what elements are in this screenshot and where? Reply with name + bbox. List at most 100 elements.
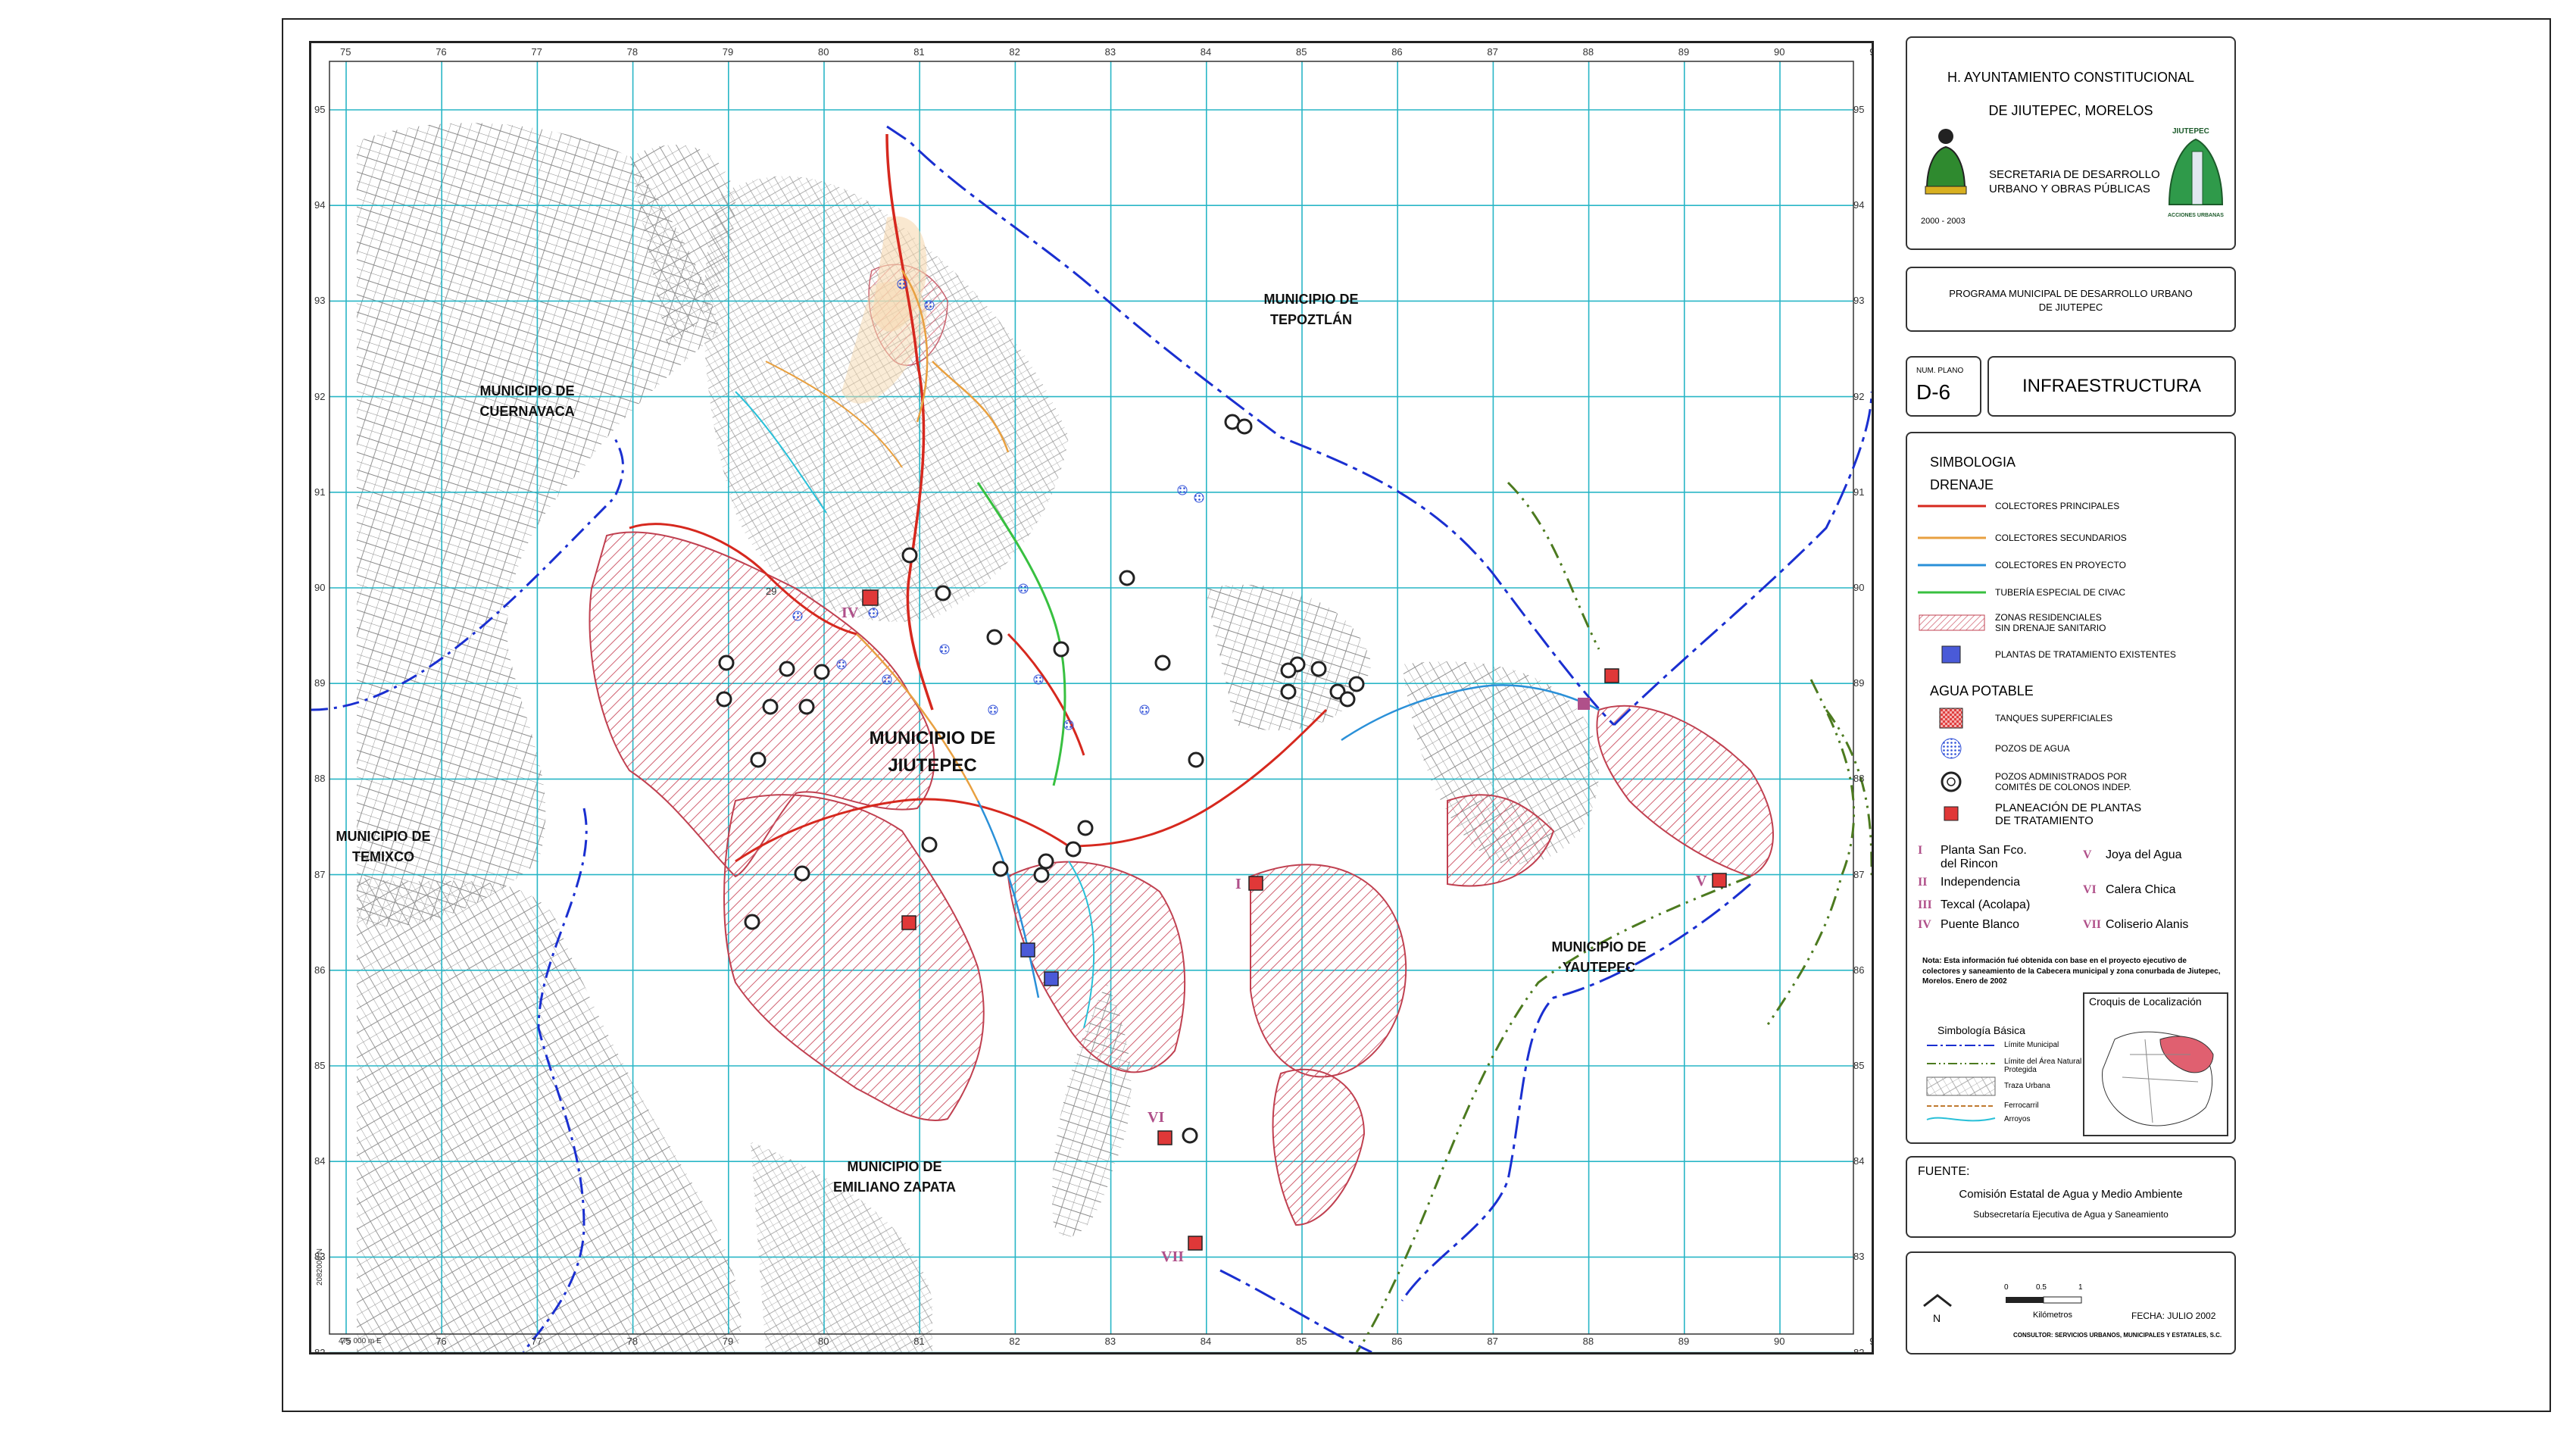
legend-note: Nota: Esta información fué obtenida con … — [1922, 957, 2221, 986]
grid-tick-y: 85 — [314, 1060, 326, 1071]
header-title-line2: DE JIUTEPEC, MORELOS — [1988, 103, 2153, 118]
grid-tick-y: 83 — [1853, 1251, 1865, 1263]
plant-name: Planta San Fco. del Rincon — [1941, 844, 2027, 870]
plant-numeral: IV — [1918, 918, 1931, 931]
grid-tick-y: 93 — [314, 295, 326, 307]
agua-title: AGUA POTABLE — [1930, 683, 2034, 698]
svg-text:V: V — [1696, 873, 1707, 889]
legend-panel: SIMBOLOGIA DRENAJE COLECTORES PRINCIPALE… — [1906, 432, 2236, 1144]
grid-tick-y: 94 — [314, 199, 326, 211]
plant-item: I Planta San Fco. del Rincon — [1918, 844, 2027, 871]
grid-tick-x: 81 — [913, 46, 925, 58]
grid-tick-x: 85 — [1296, 46, 1307, 58]
grid-tick-x: 91 — [1869, 1336, 1872, 1347]
secretaria-line2: URBANO Y OBRAS PÚBLICAS — [1989, 183, 2150, 195]
grid-tick-y: 92 — [1853, 390, 1865, 402]
grid-tick-y: 88 — [314, 773, 326, 785]
plant-numeral: VI — [2083, 883, 2097, 896]
program-line1: PROGRAMA MUNICIPAL DE DESARROLLO URBANO — [1949, 288, 2193, 299]
grid-tick-x: 87 — [1487, 1336, 1498, 1347]
well-ring — [1348, 676, 1365, 692]
well-ring — [1310, 661, 1327, 677]
grid-tick-x: 80 — [818, 1336, 829, 1347]
grid-tick-y: 87 — [1853, 868, 1865, 880]
grid-tick-y: 82 — [314, 1346, 326, 1354]
grid-tick-y: 90 — [314, 582, 326, 593]
grid-tick-x: 89 — [1678, 46, 1690, 58]
well-ring — [1154, 655, 1171, 671]
water-well — [988, 705, 998, 715]
croquis-title: Croquis de Localización — [2089, 995, 2202, 1008]
well-ring — [921, 836, 938, 853]
consultor: CONSULTOR: SERVICIOS URBANOS, MUNICIPALE… — [2013, 1332, 2222, 1339]
scale-tick-0: 0 — [2004, 1283, 2009, 1292]
plant-numeral: I — [1918, 844, 1923, 857]
scale-tick-05: 0.5 — [2036, 1283, 2047, 1292]
grid-tick-x: 84 — [1200, 1336, 1212, 1347]
well-ring — [794, 865, 810, 882]
map-frame[interactable]: IV VI VII I V 75 75 76 76 77 77 78 78 79 79 80 80 81… — [309, 41, 1874, 1354]
plant-numeral: VII — [2083, 918, 2102, 931]
fuente-panel: FUENTE: Comisión Estatal de Agua y Medio… — [1906, 1156, 2236, 1238]
grid-tick-x: 78 — [626, 46, 639, 58]
grid-tick-x: 76 — [436, 46, 447, 58]
svg-text:IV: IV — [841, 605, 859, 621]
grid-tick-y: 89 — [314, 677, 326, 689]
legend-title: SIMBOLOGIA — [1930, 455, 2016, 470]
grid-tick-y: 92 — [314, 390, 326, 402]
grid-tick-x: 90 — [1774, 46, 1785, 58]
grid-tick-x: 86 — [1391, 1336, 1403, 1347]
grid-tick-y: 89 — [1853, 677, 1865, 689]
grid-tick-x: 82 — [1009, 1336, 1020, 1347]
plant-item: VII Coliserio Alanis — [2083, 918, 2188, 932]
grid-tick-x: 83 — [1104, 46, 1116, 58]
well-ring — [718, 655, 735, 671]
legend-planeacion-plantas: PLANEACIÓN DE PLANTAS DE TRATAMIENTO — [1918, 801, 2141, 827]
well-label: 29 — [766, 586, 777, 597]
grid-tick-x: 82 — [1009, 46, 1020, 58]
water-well — [868, 608, 879, 618]
grid-tick-x: 79 — [722, 1336, 734, 1347]
svg-text:VI: VI — [1147, 1109, 1164, 1126]
plant-numeral: V — [2083, 848, 2092, 861]
grid-tick-x: 77 — [531, 46, 542, 58]
header-title-line1: H. AYUNTAMIENTO CONSTITUCIONAL — [1947, 70, 2195, 85]
well-ring — [1038, 853, 1054, 870]
well-ring — [986, 629, 1003, 645]
grid-tick-y: 87 — [314, 868, 326, 880]
well-ring — [1119, 570, 1135, 586]
corner-label-x: 475 000 m E — [339, 1337, 382, 1345]
grid-tick-y: 93 — [1853, 295, 1865, 307]
basic-traza-urbana: Traza Urbana — [2004, 1082, 2050, 1090]
legend-zonas-residenciales: ZONAS RESIDENCIALES SIN DRENAJE SANITARIO — [1918, 612, 2106, 633]
grid-tick-x: 88 — [1582, 1336, 1594, 1347]
water-well — [1194, 492, 1204, 503]
plant-name: Calera Chica — [2106, 883, 2176, 896]
well-ring — [750, 751, 767, 768]
grid-tick-y: 86 — [314, 964, 326, 976]
map-canvas[interactable]: IV VI VII I V — [311, 43, 1872, 1352]
legend-tuberia-civac: TUBERÍA ESPECIAL DE CIVAC — [1918, 587, 2126, 598]
grid-tick-y: 84 — [1853, 1155, 1865, 1167]
basic-ferrocarril: Ferrocarril — [2004, 1101, 2039, 1110]
grid-tick-y: 94 — [1853, 199, 1865, 211]
grid-tick-y: 95 — [1853, 104, 1865, 115]
plant-numeral: II — [1918, 876, 1928, 889]
water-well — [1139, 705, 1150, 715]
municipal-shield-icon — [1925, 129, 1967, 195]
water-well — [897, 279, 907, 289]
fecha: FECHA: JULIO 2002 — [2131, 1311, 2216, 1321]
label-tepoztlan: MUNICIPIO DE TEPOZTLÁN — [1263, 292, 1359, 327]
water-well — [1177, 485, 1188, 495]
well-ring — [1182, 1127, 1198, 1144]
label-cuernavaca: MUNICIPIO DE CUERNAVACA — [479, 383, 575, 419]
plan-number-panel: NUM. PLANO D-6 — [1906, 356, 1981, 417]
well-ring — [1280, 683, 1297, 700]
grid-tick-y: 88 — [1853, 773, 1865, 785]
well-ring — [744, 914, 760, 930]
well-ring — [935, 585, 951, 601]
grid-tick-y: 90 — [1853, 582, 1865, 593]
corner-label-y: 2082000 N — [316, 1248, 324, 1286]
drenaje-title: DRENAJE — [1930, 477, 1994, 492]
water-well — [1063, 720, 1074, 730]
